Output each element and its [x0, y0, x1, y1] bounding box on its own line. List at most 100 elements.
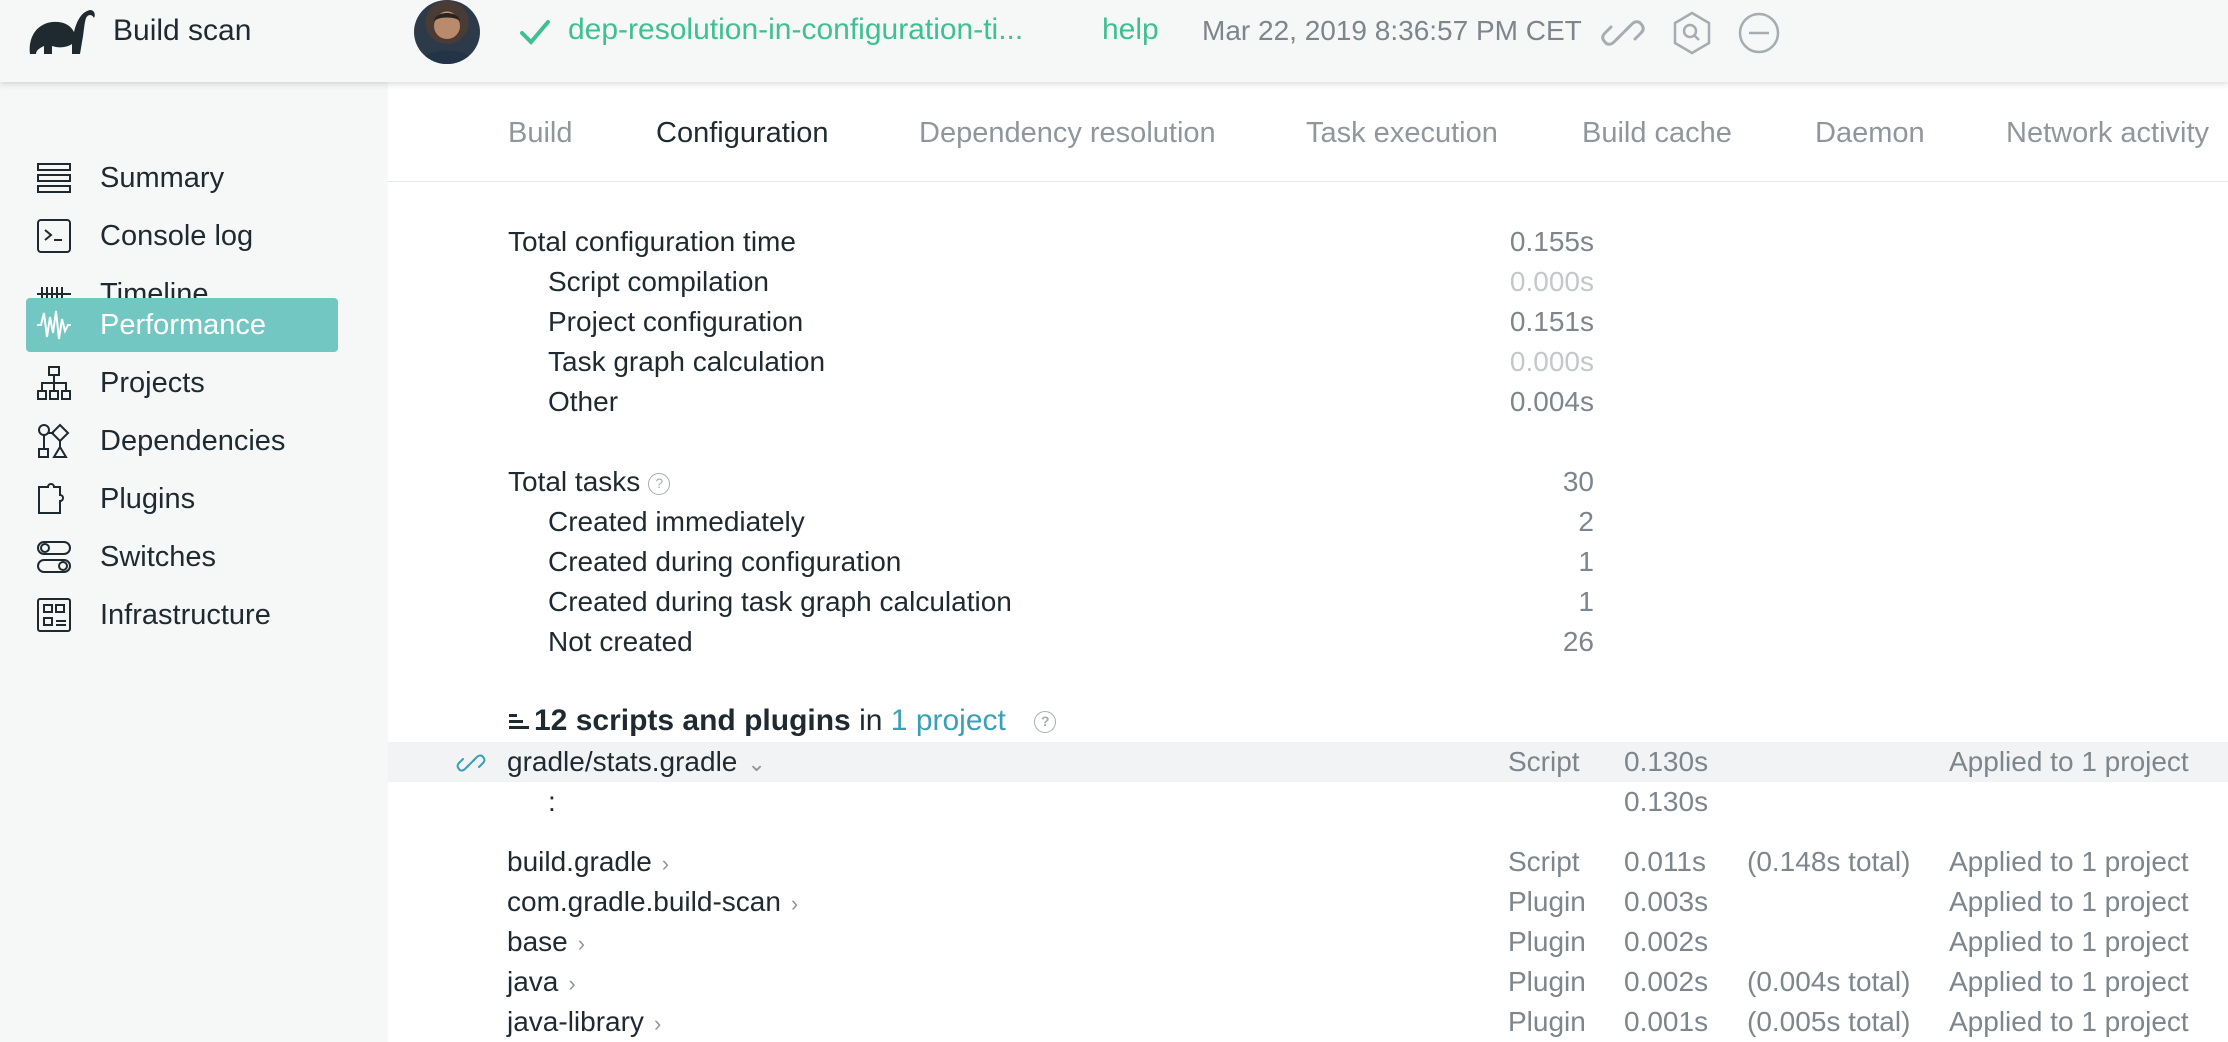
minus-circle-icon[interactable]: [1736, 10, 1782, 56]
row-name-text: build.gradle: [507, 846, 652, 877]
script-compilation-label: Script compilation: [548, 266, 769, 297]
row-time: 0.011s: [1624, 846, 1706, 877]
row-applied: Applied to 1 project: [1949, 886, 2189, 917]
dependencies-icon: [38, 423, 70, 458]
created-immediately-label: Created immediately: [548, 506, 805, 537]
row-type: Plugin: [1508, 926, 1586, 957]
sidebar-item-projects[interactable]: Projects: [26, 356, 338, 410]
table-row[interactable]: com.gradle.build-scan › Plugin 0.003s App…: [388, 882, 2228, 922]
table-row[interactable]: base › Plugin 0.002s Applied to 1 project: [388, 922, 2228, 962]
row-total: (0.005s total): [1747, 1006, 1911, 1037]
row-applied: Applied to 1 project: [1949, 846, 2189, 877]
help-icon[interactable]: ?: [648, 472, 671, 495]
sidebar-item-switches[interactable]: Switches: [26, 530, 338, 584]
row-time: 0.003s: [1624, 886, 1709, 917]
row-time: 0.130s: [1624, 786, 1709, 817]
row-name[interactable]: com.gradle.build-scan ›: [507, 886, 798, 918]
toggle-icon: [37, 541, 71, 573]
sidebar: Summary Console log Timeline Performance…: [0, 82, 388, 1042]
created-immediately-value: 2: [1578, 506, 1594, 537]
row-applied: Applied to 1 project: [1949, 746, 2189, 777]
tab-task-execution[interactable]: Task execution: [1306, 117, 1498, 150]
row-name-text: gradle/stats.gradle: [507, 746, 738, 777]
table-row[interactable]: java-library › Plugin 0.001s (0.005s tota…: [388, 1002, 2228, 1042]
row-type: Script: [1508, 846, 1580, 877]
main-content: Build Configuration Dependency resolutio…: [388, 82, 2228, 1042]
row-type: Script: [1508, 746, 1580, 777]
list-icon: [37, 163, 71, 193]
row-time: 0.130s: [1624, 746, 1709, 777]
sidebar-item-label: Summary: [100, 162, 225, 194]
chevron-right-icon[interactable]: ›: [791, 891, 798, 917]
top-bar: Build scan dep-resolution-in-configurati…: [0, 0, 2228, 82]
gradle-logo[interactable]: [22, 2, 98, 62]
project-configuration-value: 0.151s: [1509, 306, 1594, 337]
created-during-task-graph-value: 1: [1578, 586, 1594, 617]
created-during-task-graph-label: Created during task graph calculation: [548, 586, 1012, 617]
sidebar-item-label: Plugins: [100, 483, 196, 515]
row-name[interactable]: gradle/stats.gradle ⌄: [507, 746, 766, 778]
hierarchy-icon: [37, 366, 71, 400]
tab-configuration[interactable]: Configuration: [656, 117, 829, 150]
project-configuration-label: Project configuration: [548, 306, 804, 337]
tab-dependency-resolution[interactable]: Dependency resolution: [919, 117, 1216, 150]
scripts-in: in: [859, 704, 883, 737]
help-link[interactable]: help: [1102, 13, 1159, 47]
row-time: 0.001s: [1624, 1006, 1709, 1037]
link-icon[interactable]: [1600, 10, 1646, 56]
sidebar-item-console-log[interactable]: Console log: [26, 209, 338, 263]
build-name-link[interactable]: dep-resolution-in-configuration-ti...: [568, 13, 1023, 47]
chip-icon: [37, 598, 71, 632]
row-total: (0.004s total): [1747, 966, 1911, 997]
created-during-configuration-value: 1: [1578, 546, 1594, 577]
chevron-down-icon[interactable]: ⌄: [747, 751, 765, 777]
sidebar-item-infrastructure[interactable]: Infrastructure: [26, 588, 338, 642]
sidebar-item-summary[interactable]: Summary: [26, 151, 338, 205]
sidebar-item-plugins[interactable]: Plugins: [26, 472, 338, 526]
scripts-plugins-heading: 12 scripts and plugins in 1 project ?: [508, 704, 1057, 738]
sidebar-item-label: Switches: [100, 541, 217, 573]
chevron-right-icon[interactable]: ›: [568, 971, 575, 997]
chevron-right-icon[interactable]: ›: [662, 851, 669, 877]
row-name-text: java-library: [507, 1006, 644, 1037]
row-name[interactable]: build.gradle ›: [507, 846, 669, 878]
search-icon[interactable]: [1669, 10, 1715, 56]
elephant-icon: [29, 10, 95, 54]
row-name[interactable]: java-library ›: [507, 1006, 661, 1038]
sidebar-item-performance[interactable]: Performance: [26, 298, 338, 352]
tab-build[interactable]: Build: [508, 117, 573, 150]
total-tasks-label: Total tasks?: [508, 466, 671, 498]
script-compilation-value: 0.000s: [1509, 266, 1594, 297]
row-name-text: base: [507, 926, 568, 957]
table-row[interactable]: gradle/stats.gradle ⌄ Script 0.130s Appli…: [388, 742, 2228, 782]
row-applied: Applied to 1 project: [1949, 926, 2189, 957]
chevron-right-icon[interactable]: ›: [654, 1011, 661, 1037]
scripts-count: 12 scripts and plugins: [534, 704, 851, 737]
row-time: 0.002s: [1624, 966, 1709, 997]
tab-network-activity[interactable]: Network activity: [2006, 117, 2209, 150]
sidebar-item-label: Infrastructure: [100, 599, 271, 631]
row-applied: Applied to 1 project: [1949, 1006, 2189, 1037]
row-name[interactable]: java ›: [507, 966, 576, 998]
total-tasks-value: 30: [1562, 466, 1594, 497]
check-icon: [520, 20, 550, 45]
row-time: 0.002s: [1624, 926, 1709, 957]
help-icon[interactable]: ?: [1034, 711, 1057, 734]
sidebar-item-label: Performance: [100, 309, 267, 341]
project-link[interactable]: 1 project: [891, 704, 1006, 737]
waveform-icon: [37, 310, 71, 340]
tree-list-icon[interactable]: [508, 711, 530, 733]
row-name[interactable]: base ›: [507, 926, 585, 958]
tab-daemon[interactable]: Daemon: [1815, 117, 1925, 150]
task-graph-calculation-label: Task graph calculation: [548, 346, 826, 377]
link-icon[interactable]: [456, 748, 486, 778]
table-row[interactable]: java › Plugin 0.002s (0.004s total) Appli…: [388, 962, 2228, 1002]
chevron-right-icon[interactable]: ›: [578, 931, 585, 957]
sidebar-item-label: Console log: [100, 220, 254, 252]
table-row[interactable]: build.gradle › Script 0.011s (0.148s tota…: [388, 842, 2228, 882]
avatar[interactable]: [414, 0, 480, 64]
row-total: (0.148s total): [1747, 846, 1911, 877]
tab-build-cache[interactable]: Build cache: [1582, 117, 1732, 150]
not-created-value: 26: [1562, 626, 1594, 657]
sidebar-item-dependencies[interactable]: Dependencies: [26, 414, 338, 468]
